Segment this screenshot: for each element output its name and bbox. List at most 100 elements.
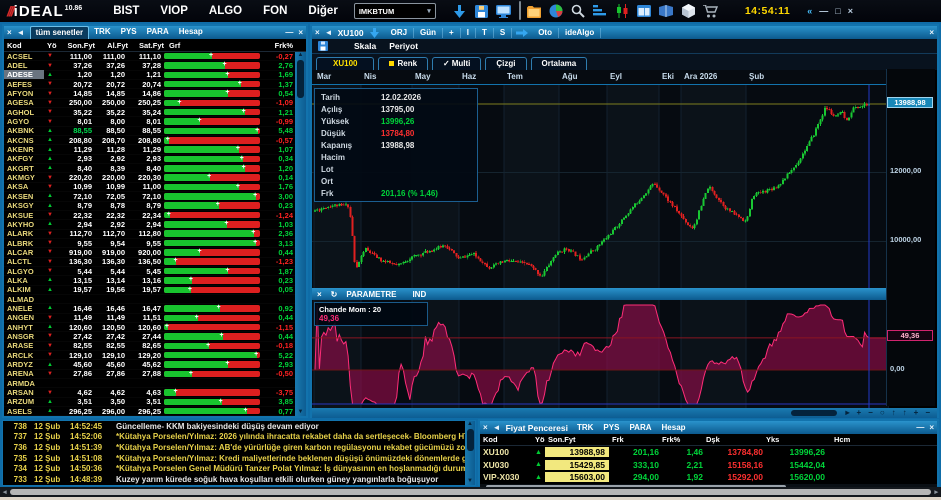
down-arrow-icon[interactable] — [451, 3, 468, 19]
menu-algo[interactable]: ALGO — [209, 5, 242, 17]
table-row[interactable]: AGYO▼8,018,008,01+-0,99 — [4, 117, 295, 126]
price-window-tab-hesap[interactable]: Hesap — [657, 422, 691, 434]
save-icon[interactable] — [318, 41, 328, 51]
table-row[interactable]: ALMAD — [4, 295, 295, 304]
symbol-code[interactable]: ARZUM — [4, 397, 44, 406]
column-header-frk%[interactable]: Frk% — [263, 41, 306, 50]
table-row[interactable]: XU030▲15429,85333,102,2115158,1615442,04 — [480, 459, 937, 472]
chart-tool-i[interactable]: I — [461, 28, 476, 38]
right-arrow-icon[interactable] — [516, 29, 528, 37]
table-row[interactable]: ARMDA — [4, 379, 295, 388]
close-icon[interactable]: × — [298, 26, 303, 39]
column-header-grf[interactable]: Grf — [164, 41, 263, 50]
close-icon[interactable]: × — [929, 421, 934, 434]
price-window-tab-para[interactable]: PARA — [624, 422, 656, 434]
table-row[interactable]: ALCAR▼919,00919,00920,00+0,44 — [4, 248, 295, 257]
table-row[interactable]: AGESA▼250,00250,00250,25+-1,09 — [4, 99, 295, 108]
news-row[interactable]: 73812 Şub14:52:45Güncelleme- KKM bakiyes… — [3, 421, 465, 432]
chart-tool-oto[interactable]: Oto — [532, 28, 559, 38]
refresh-icon[interactable]: ↻ — [331, 290, 338, 299]
zoom-out-icon[interactable]: − — [925, 409, 930, 417]
symbol-code[interactable]: ALARK — [4, 229, 44, 238]
table-row[interactable]: ANSGR▼27,4227,4227,44+0,44 — [4, 332, 295, 341]
table-row[interactable]: ARDYZ▲45,6045,6045,62+2,93 — [4, 360, 295, 369]
symbol-code[interactable]: AKFGY — [4, 154, 44, 163]
chart-tab-multi[interactable]: ✓Multi — [432, 57, 481, 70]
candlestick-icon[interactable] — [614, 3, 631, 19]
scroll-down-icon[interactable]: ▼ — [467, 478, 473, 484]
watchlist-tab-pys[interactable]: PYS — [116, 26, 142, 39]
back-icon[interactable]: ◄ — [325, 26, 333, 39]
table-row[interactable]: ARSAN▼4,624,624,63+-3,75 — [4, 388, 295, 397]
menu-bist[interactable]: BIST — [113, 5, 139, 17]
levels-icon[interactable] — [592, 3, 609, 19]
close-icon[interactable]: × — [315, 26, 320, 39]
table-row[interactable]: AKSEN▲72,1072,0572,10+3,00 — [4, 192, 295, 201]
back-icon[interactable]: ◄ — [17, 26, 25, 39]
table-row[interactable]: AKYHO▲2,942,922,94+1,03 — [4, 220, 295, 229]
menu-viop[interactable]: VIOP — [160, 5, 187, 17]
oscillator-plot[interactable]: Chande Mom : 20 49,36 — [312, 300, 889, 408]
table-row[interactable]: ADESE▲1,201,201,21+1,69 — [4, 71, 295, 80]
table-row[interactable]: AKGRT▲8,408,398,40+1,20 — [4, 164, 295, 173]
chart-tab-çizgi[interactable]: Çizgi — [485, 57, 526, 70]
watchlist-tab-hesap[interactable]: Hesap — [174, 26, 208, 39]
candlestick-plot[interactable]: Tarih12.02.2026Açılış13795,00Yüksek13996… — [312, 85, 889, 288]
close-icon[interactable]: × — [7, 26, 12, 39]
scroll-up-icon[interactable]: ▲ — [467, 421, 473, 427]
symbol-code[interactable]: AKSUE — [4, 211, 44, 220]
symbol-code[interactable]: ARCLK — [4, 351, 44, 360]
symbol-code[interactable]: ADEL — [4, 61, 44, 70]
price-window-tab-pys[interactable]: PYS — [598, 422, 624, 434]
chart-tool-t[interactable]: T — [476, 28, 494, 38]
column-header-yks[interactable]: Yks — [766, 435, 828, 444]
table-row[interactable]: AKENR▲11,2911,2811,29+1,07 — [4, 145, 295, 154]
news-scrollbar[interactable]: ▲ ▼ — [465, 421, 475, 485]
back-icon[interactable]: ◄ — [493, 421, 501, 434]
scroll-thumb[interactable] — [467, 429, 474, 451]
watchlist-scrollbar[interactable]: ▲ ▼ — [295, 52, 306, 416]
symbol-code[interactable]: ACSEL — [4, 52, 44, 61]
symbol-code[interactable]: ARMDA — [4, 379, 44, 388]
chart-menu-skala[interactable]: Skala — [354, 41, 376, 51]
table-row[interactable]: VIP-X030▲15603,00294,001,9215292,0015620… — [480, 471, 937, 484]
symbol-code[interactable]: AFYON — [4, 89, 44, 98]
table-row[interactable]: AKBNK▲88,5588,5088,55+5,48 — [4, 127, 295, 136]
symbol-code[interactable]: AKBNK — [4, 126, 44, 135]
column-header-sonfyt[interactable]: Son.Fyt — [548, 435, 612, 444]
symbol-code[interactable]: AKMGY — [4, 173, 44, 182]
table-row[interactable]: AKMGY▼220,20220,00220,30+0,14 — [4, 173, 295, 182]
table-row[interactable]: AKSGY▲8,798,788,79+0,23 — [4, 202, 295, 211]
symbol-code[interactable]: AEFES — [4, 80, 44, 89]
column-header-sonfyt[interactable]: Son.Fyt — [59, 41, 95, 50]
column-header-frk%[interactable]: Frk% — [662, 435, 706, 444]
table-row[interactable]: AEFES▼20,7220,7220,74+1,37 — [4, 80, 295, 89]
minimize-button[interactable]: — — [819, 6, 828, 16]
symbol-code[interactable]: ALKA — [4, 276, 44, 285]
chart-tab-renk[interactable]: Renk — [378, 57, 428, 70]
symbol-code[interactable]: AKSEN — [4, 192, 44, 201]
table-row[interactable]: AKFGY▲2,932,922,93+0,34 — [4, 155, 295, 164]
pie-chart-icon[interactable] — [548, 3, 565, 19]
maximize-button[interactable]: □ — [835, 6, 840, 16]
symbol-code[interactable]: AKCNS — [4, 136, 44, 145]
column-header-kod[interactable]: Kod — [480, 435, 535, 444]
symbol-code[interactable]: ALBRK — [4, 239, 44, 248]
symbol-code[interactable]: ALCAR — [4, 248, 44, 257]
scale-up-icon[interactable]: ↑ — [903, 409, 907, 417]
scroll-down-icon[interactable]: ▼ — [298, 409, 304, 415]
symbol-code[interactable]: ALMAD — [4, 295, 44, 304]
zoom-out-icon[interactable]: − — [868, 409, 873, 417]
table-row[interactable]: AKSUE▼22,3222,3222,34+-1,24 — [4, 211, 295, 220]
cart-icon[interactable] — [702, 3, 719, 19]
symbol-code[interactable]: AKENR — [4, 145, 44, 154]
symbol-code[interactable]: ARENA — [4, 369, 44, 378]
table-row[interactable]: XU100▲13988,98201,161,4613784,8013996,26 — [480, 446, 937, 459]
symbol-code[interactable]: ANELE — [4, 304, 44, 313]
hscroll-thumb[interactable] — [791, 410, 837, 416]
symbol-code[interactable]: ALGYO — [4, 267, 44, 276]
news-row[interactable]: 73612 Şub14:51:39*Kütahya Porselen/Yılma… — [3, 442, 465, 453]
watchlist-tab-para[interactable]: PARA — [142, 26, 174, 39]
tab-symbol[interactable]: XU100 — [316, 57, 374, 70]
chart-tool-idealgo[interactable]: ideAlgo — [559, 28, 601, 38]
